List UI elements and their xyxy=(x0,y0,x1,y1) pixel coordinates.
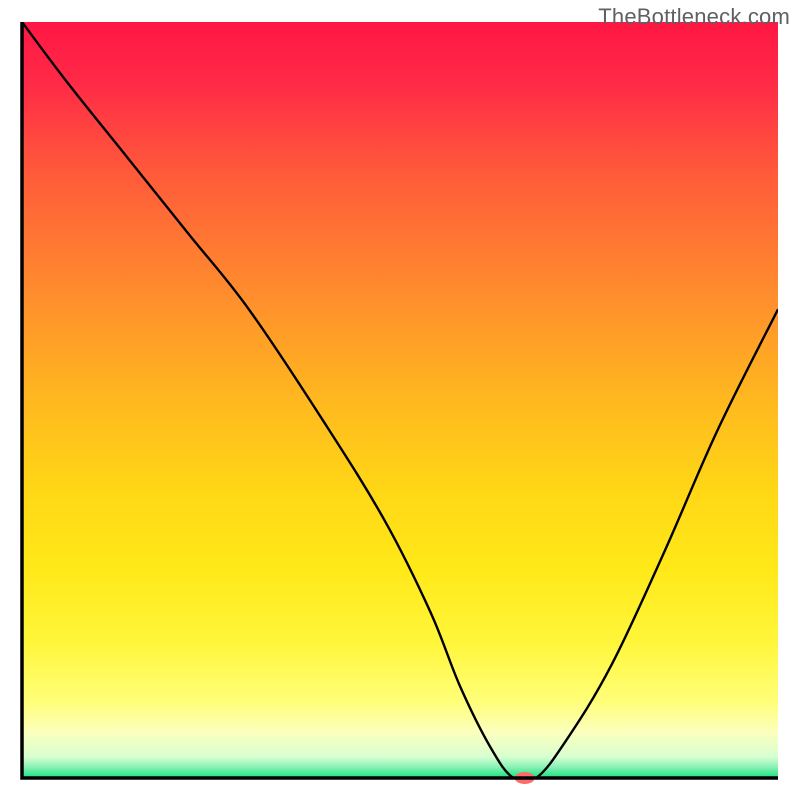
bottleneck-chart: TheBottleneck.com xyxy=(0,0,800,800)
watermark-text: TheBottleneck.com xyxy=(598,4,790,30)
chart-plot-area xyxy=(0,0,800,800)
gradient-background xyxy=(22,22,778,778)
